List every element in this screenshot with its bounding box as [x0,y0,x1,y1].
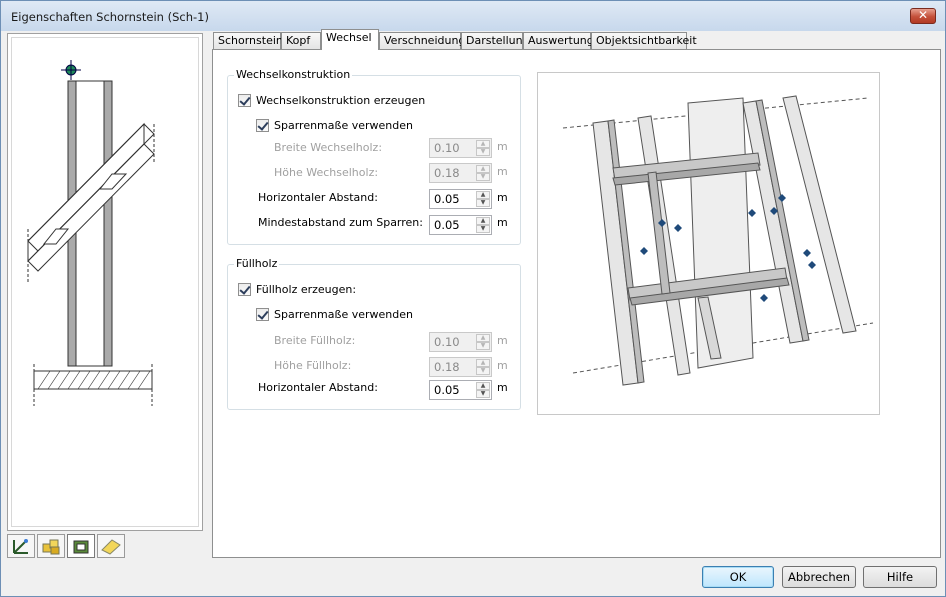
ok-button[interactable]: OK [702,566,774,588]
wechsel-create-label: Wechselkonstruktion erzeugen [256,94,426,107]
spin-up-icon: ▲ [476,165,490,173]
spin-up-icon: ▲ [476,334,490,342]
wechsel-rafter-checkbox[interactable] [256,119,269,132]
hoehe-wechsel-value: 0.18 [434,166,460,180]
spin-down-icon[interactable]: ▼ [476,225,490,233]
fuell-horiz-label: Horizontaler Abstand: [258,381,378,394]
unit-m: m [497,140,508,153]
spin-down-icon: ▼ [476,342,490,350]
help-button[interactable]: Hilfe [863,566,937,588]
tab-auswertung[interactable]: Auswertung [523,32,594,50]
fuell-rafter-checkbox[interactable] [256,308,269,321]
spin-up-icon[interactable]: ▲ [476,382,490,390]
tab-verschneidung[interactable]: Verschneidung [379,32,465,50]
spin-up-icon: ▲ [476,140,490,148]
horiz-abstand-label: Horizontaler Abstand: [258,191,378,204]
hoehe-wechsel-label: Höhe Wechselholz: [274,166,379,179]
unit-m: m [497,165,508,178]
hoehe-fuell-label: Höhe Füllholz: [274,359,352,372]
spin-up-icon: ▲ [476,359,490,367]
hoehe-fuell-value: 0.18 [434,360,460,374]
tab-darstellung[interactable]: Darstellung [461,32,530,50]
wechsel-rafter-label: Sparrenmaße verwenden [274,119,413,132]
horiz-abstand-spinner[interactable]: 0.05 ▲ ▼ [429,189,492,209]
tab-kopf[interactable]: Kopf [281,32,321,50]
breite-fuell-label: Breite Füllholz: [274,334,356,347]
fuell-horiz-value[interactable]: 0.05 [434,381,460,399]
breite-wechsel-value: 0.10 [434,141,460,155]
mindestabstand-label: Mindestabstand zum Sparren: [258,216,423,229]
hoehe-fuell-spinner: 0.18 ▲ ▼ [429,357,492,377]
spin-down-icon[interactable]: ▼ [476,199,490,207]
trimmer-3d-drawing [562,95,874,386]
mindestabstand-spinner[interactable]: 0.05 ▲ ▼ [429,215,492,235]
fuell-rafter-row[interactable]: Sparrenmaße verwenden [256,306,506,324]
tab-schornstein[interactable]: Schornstein [213,32,283,50]
unit-m: m [497,334,508,347]
spin-down-icon[interactable]: ▼ [476,390,490,398]
wechselkonstruktion-group: Wechselkonstruktion Wechselkonstruktion … [227,68,521,245]
unit-m: m [497,191,508,204]
tab-panel-wechsel: Wechselkonstruktion Wechselkonstruktion … [212,49,941,558]
breite-wechsel-spinner: 0.10 ▲ ▼ [429,138,492,158]
breite-fuell-spinner: 0.10 ▲ ▼ [429,332,492,352]
hoehe-wechsel-spinner: 0.18 ▲ ▼ [429,163,492,183]
spin-up-icon[interactable]: ▲ [476,217,490,225]
spin-down-icon: ▼ [476,367,490,375]
horiz-abstand-value[interactable]: 0.05 [434,190,460,208]
trimmer-illustration [537,72,880,415]
tab-wechsel[interactable]: Wechsel [321,29,379,50]
window-title: Eigenschaften Schornstein (Sch-1) [11,10,209,24]
fuell-create-checkbox[interactable] [238,283,251,296]
unit-m: m [497,381,508,394]
fuellholz-group: Füllholz Füllholz erzeugen: Sparrenmaße … [227,257,521,410]
wechsel-rafter-row[interactable]: Sparrenmaße verwenden [256,117,506,135]
plan-view-icon[interactable] [97,534,125,558]
title-bar[interactable]: Eigenschaften Schornstein (Sch-1) ✕ [1,1,945,31]
view-toolbar [7,534,203,558]
dialog-window: Eigenschaften Schornstein (Sch-1) ✕ Scho… [0,0,946,597]
unit-m: m [497,359,508,372]
breite-fuell-value: 0.10 [434,335,460,349]
chimney-preview-panel [7,33,203,531]
fuell-create-row[interactable]: Füllholz erzeugen: [238,281,438,299]
spin-down-icon: ▼ [476,148,490,156]
spin-down-icon: ▼ [476,173,490,181]
mindestabstand-value[interactable]: 0.05 [434,216,460,234]
elevation-view-icon[interactable] [7,534,35,558]
3d-blocks-icon[interactable] [37,534,65,558]
wechsel-create-checkbox[interactable] [238,94,251,107]
roof-view-icon[interactable] [67,534,95,558]
fuell-horiz-spinner[interactable]: 0.05 ▲ ▼ [429,380,492,400]
unit-m: m [497,216,508,229]
close-button[interactable]: ✕ [910,8,936,24]
chimney-section-drawing [27,60,155,406]
spin-up-icon[interactable]: ▲ [476,191,490,199]
fuell-rafter-label: Sparrenmaße verwenden [274,308,413,321]
wechsel-create-row[interactable]: Wechselkonstruktion erzeugen [238,92,508,110]
group-title-fuellholz: Füllholz [234,257,280,270]
fuell-create-label: Füllholz erzeugen: [256,283,357,296]
cancel-button[interactable]: Abbrechen [782,566,856,588]
tab-objektsichtbarkeit[interactable]: Objektsichtbarkeit [591,32,697,50]
group-title-wechsel: Wechselkonstruktion [234,68,353,81]
breite-wechsel-label: Breite Wechselholz: [274,141,383,154]
